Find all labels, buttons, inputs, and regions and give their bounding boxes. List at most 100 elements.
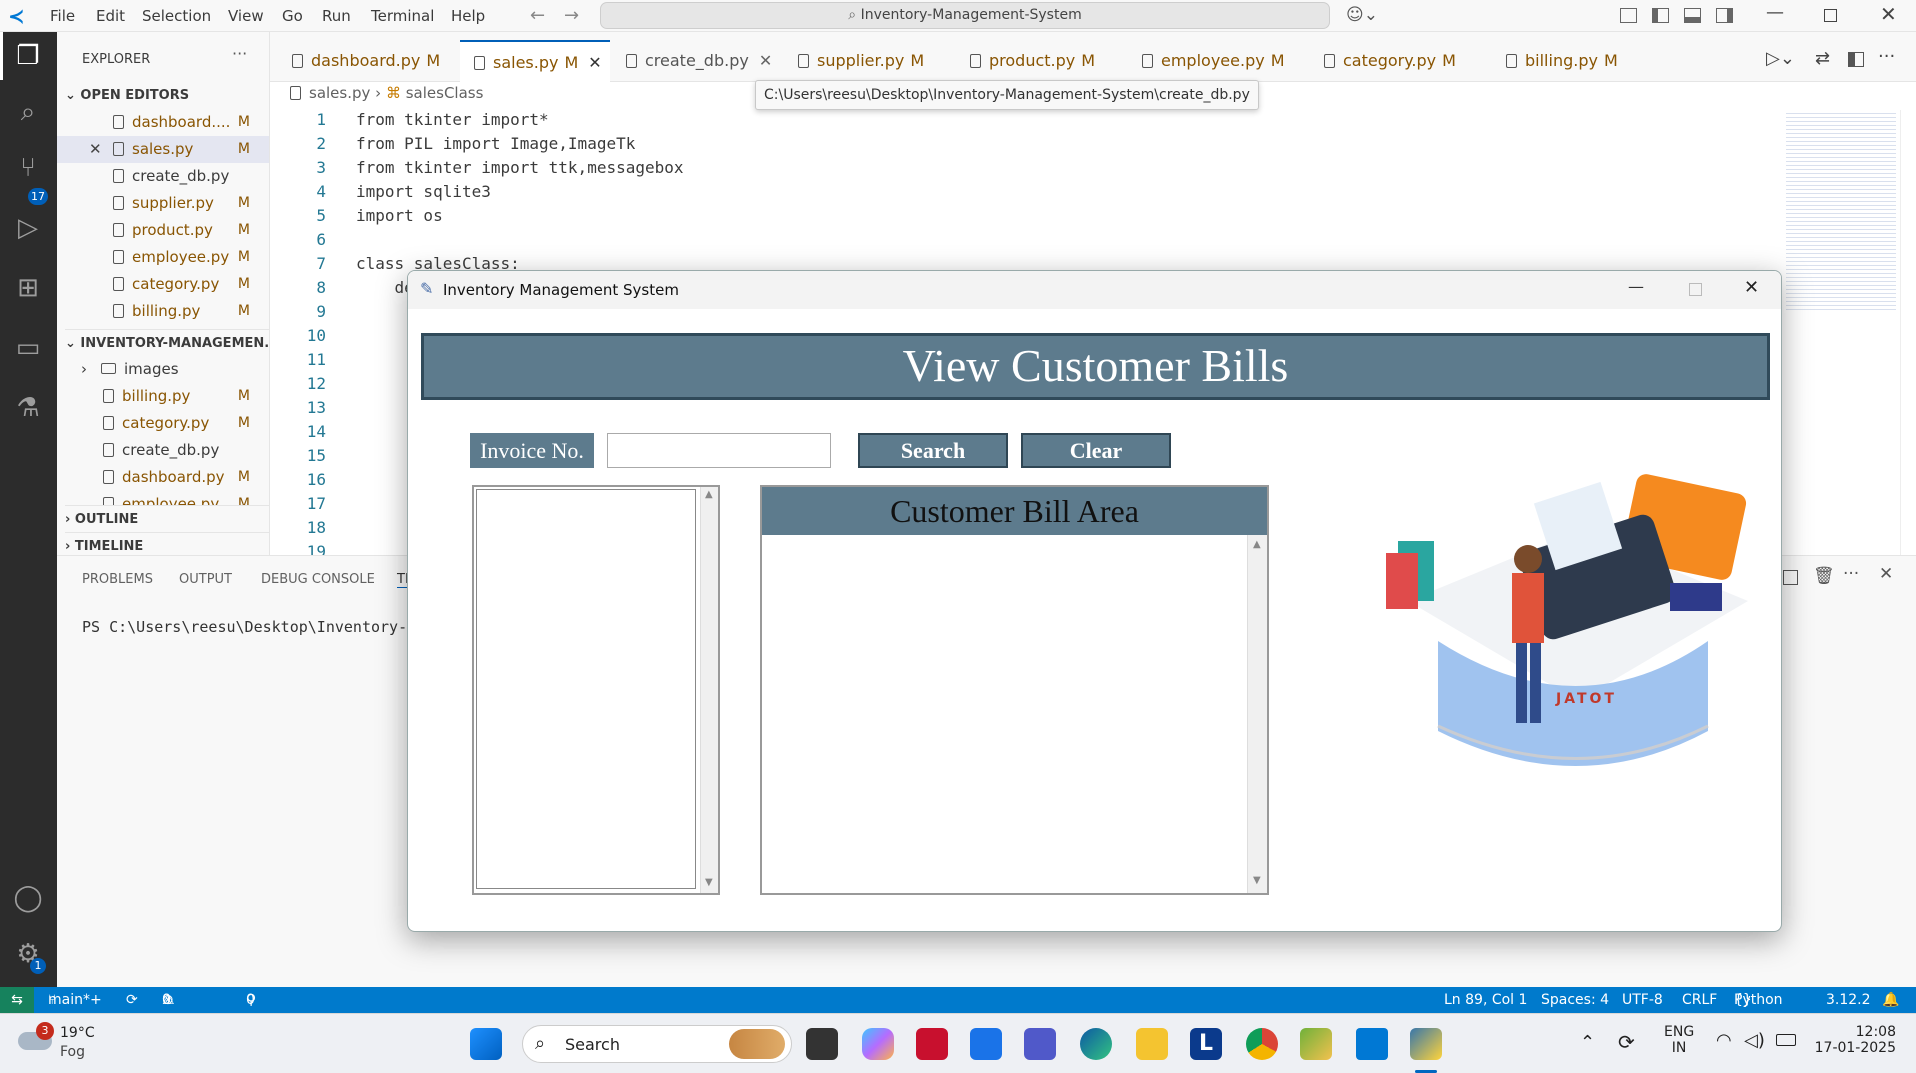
- breadcrumb-file[interactable]: sales.py: [309, 84, 370, 102]
- tab-output[interactable]: OUTPUT: [179, 572, 232, 587]
- open-editor-item[interactable]: product.py M: [57, 217, 269, 244]
- tab-create-db[interactable]: create_db.py ✕: [612, 40, 782, 82]
- source-control-icon[interactable]: ⑂: [12, 152, 44, 184]
- indentation[interactable]: Spaces: 4: [1541, 987, 1609, 1013]
- more-actions-icon[interactable]: ···: [232, 44, 247, 63]
- file-item[interactable]: employee.py M: [57, 491, 269, 505]
- python-tk-taskbar-icon[interactable]: [1410, 1028, 1442, 1060]
- toggle-panel-icon[interactable]: [1684, 8, 1701, 23]
- language-indicator[interactable]: ENG IN: [1664, 1024, 1694, 1056]
- open-editor-item[interactable]: create_db.py: [57, 163, 269, 190]
- project-folder-header[interactable]: ⌄ INVENTORY-MANAGEMEN...: [65, 329, 269, 356]
- bill-scrollbar[interactable]: ▲ ▼: [1247, 535, 1267, 893]
- forward-arrow-icon[interactable]: →: [564, 5, 579, 26]
- scroll-up-icon[interactable]: ▲: [1253, 539, 1261, 550]
- remote-indicator[interactable]: ⇆: [0, 987, 34, 1013]
- toggle-sidebar-icon[interactable]: [1652, 8, 1669, 23]
- menu-run[interactable]: Run: [322, 7, 351, 25]
- close-tab-icon[interactable]: ✕: [759, 51, 772, 70]
- scroll-up-icon[interactable]: ▲: [705, 489, 713, 500]
- editor-scrollbar[interactable]: [1900, 110, 1914, 555]
- tab-debug-console[interactable]: DEBUG CONSOLE: [261, 572, 375, 587]
- file-item[interactable]: billing.py M: [57, 383, 269, 410]
- menu-go[interactable]: Go: [282, 7, 303, 25]
- encoding[interactable]: UTF-8: [1622, 987, 1663, 1013]
- volume-icon[interactable]: ◁): [1744, 1030, 1765, 1051]
- listbox-scrollbar[interactable]: ▲ ▼: [700, 487, 718, 893]
- python-version[interactable]: 3.12.2: [1826, 987, 1871, 1013]
- open-editors-header[interactable]: ⌄ OPEN EDITORS: [65, 82, 269, 109]
- run-python-icon[interactable]: ▷⌄: [1766, 48, 1795, 69]
- battery-icon[interactable]: [1776, 1034, 1796, 1046]
- menu-file[interactable]: File: [50, 7, 75, 25]
- microsoft-store-icon[interactable]: [970, 1028, 1002, 1060]
- task-view-icon[interactable]: [806, 1028, 838, 1060]
- run-debug-icon[interactable]: ▷: [12, 212, 44, 244]
- chrome-icon[interactable]: [1246, 1028, 1278, 1060]
- back-arrow-icon[interactable]: ←: [530, 5, 545, 26]
- edge-browser-icon[interactable]: [1080, 1028, 1112, 1060]
- tab-category[interactable]: category.py M: [1310, 40, 1490, 82]
- taskbar-search-box[interactable]: ⌕ Search: [522, 1025, 792, 1063]
- restore-window-icon[interactable]: [1824, 9, 1837, 22]
- remote-explorer-icon[interactable]: ▭: [12, 332, 44, 364]
- tab-billing[interactable]: billing.py M: [1492, 40, 1662, 82]
- sync-tray-icon[interactable]: ⟳: [1618, 1030, 1635, 1054]
- split-editor-icon[interactable]: [1848, 52, 1864, 67]
- close-icon[interactable]: ✕: [89, 136, 102, 163]
- close-window-icon[interactable]: ✕: [1880, 2, 1897, 26]
- trash-icon[interactable]: 🗑: [1813, 566, 1835, 586]
- tab-supplier[interactable]: supplier.py M: [784, 40, 954, 82]
- breadcrumb-symbol[interactable]: salesClass: [406, 84, 484, 102]
- minimize-window-icon[interactable]: —: [1766, 2, 1784, 23]
- open-editor-item[interactable]: supplier.py M: [57, 190, 269, 217]
- menu-terminal[interactable]: Terminal: [371, 7, 434, 25]
- mcafee-icon[interactable]: [916, 1028, 948, 1060]
- sync-icon[interactable]: ⟳: [126, 987, 138, 1013]
- split-terminal-icon[interactable]: [1783, 570, 1798, 585]
- timeline-header[interactable]: › TIMELINE: [65, 532, 269, 555]
- tab-dashboard[interactable]: dashboard.py M: [278, 40, 458, 82]
- close-tab-icon[interactable]: ✕: [588, 53, 601, 72]
- file-explorer-icon[interactable]: [1136, 1028, 1168, 1060]
- more-actions-icon[interactable]: ···: [1878, 46, 1895, 67]
- terminal-output[interactable]: PS C:\Users\reesu\Desktop\Inventory-: [82, 618, 407, 636]
- notifications-bell-icon[interactable]: 🔔: [1882, 987, 1899, 1013]
- l-app-icon[interactable]: L: [1190, 1028, 1222, 1060]
- weather-widget[interactable]: 3 19°C Fog: [18, 1022, 138, 1066]
- account-icon[interactable]: ◯: [12, 882, 44, 914]
- customize-layout-icon[interactable]: [1620, 8, 1637, 23]
- tab-sales[interactable]: sales.py M ✕: [460, 40, 610, 82]
- open-editor-item[interactable]: dashboard.... M: [57, 109, 269, 136]
- invoice-listbox[interactable]: ▲ ▼: [472, 485, 720, 895]
- clock[interactable]: 12:08 17-01-2025: [1814, 1024, 1896, 1056]
- search-icon[interactable]: ⌕: [12, 96, 44, 128]
- menu-view[interactable]: View: [228, 7, 264, 25]
- extensions-icon[interactable]: ⊞: [12, 272, 44, 304]
- open-editor-item[interactable]: category.py M: [57, 271, 269, 298]
- paint-app-icon[interactable]: [1300, 1028, 1332, 1060]
- tab-problems[interactable]: PROBLEMS: [82, 572, 153, 587]
- chevron-up-icon[interactable]: ⌃: [1580, 1032, 1595, 1053]
- tab-product[interactable]: product.py M: [956, 40, 1126, 82]
- outline-header[interactable]: › OUTLINE: [65, 505, 269, 532]
- compare-changes-icon[interactable]: ⇄: [1815, 48, 1830, 69]
- open-editor-item[interactable]: employee.py M: [57, 244, 269, 271]
- file-item[interactable]: dashboard.py M: [57, 464, 269, 491]
- wifi-icon[interactable]: ◠: [1716, 1030, 1732, 1051]
- more-actions-icon[interactable]: ···: [1843, 564, 1859, 584]
- command-center-search[interactable]: ⌕ Inventory-Management-System: [600, 2, 1330, 29]
- tk-minimize-icon[interactable]: —: [1628, 277, 1644, 296]
- scroll-down-icon[interactable]: ▼: [705, 877, 713, 888]
- file-item[interactable]: create_db.py: [57, 437, 269, 464]
- cursor-position[interactable]: Ln 89, Col 1: [1444, 987, 1527, 1013]
- copilot-icon[interactable]: ☺⌄: [1346, 5, 1378, 25]
- line-endings[interactable]: CRLF: [1682, 987, 1717, 1013]
- clear-button[interactable]: Clear: [1021, 433, 1171, 468]
- tk-maximize-icon[interactable]: [1689, 283, 1702, 296]
- tk-title-bar[interactable]: ✎ Inventory Management System — ✕: [408, 271, 1781, 309]
- menu-edit[interactable]: Edit: [96, 7, 125, 25]
- vscode-taskbar-icon[interactable]: [1356, 1028, 1388, 1060]
- bill-text-area[interactable]: [762, 535, 1247, 893]
- invoice-input[interactable]: [607, 433, 831, 468]
